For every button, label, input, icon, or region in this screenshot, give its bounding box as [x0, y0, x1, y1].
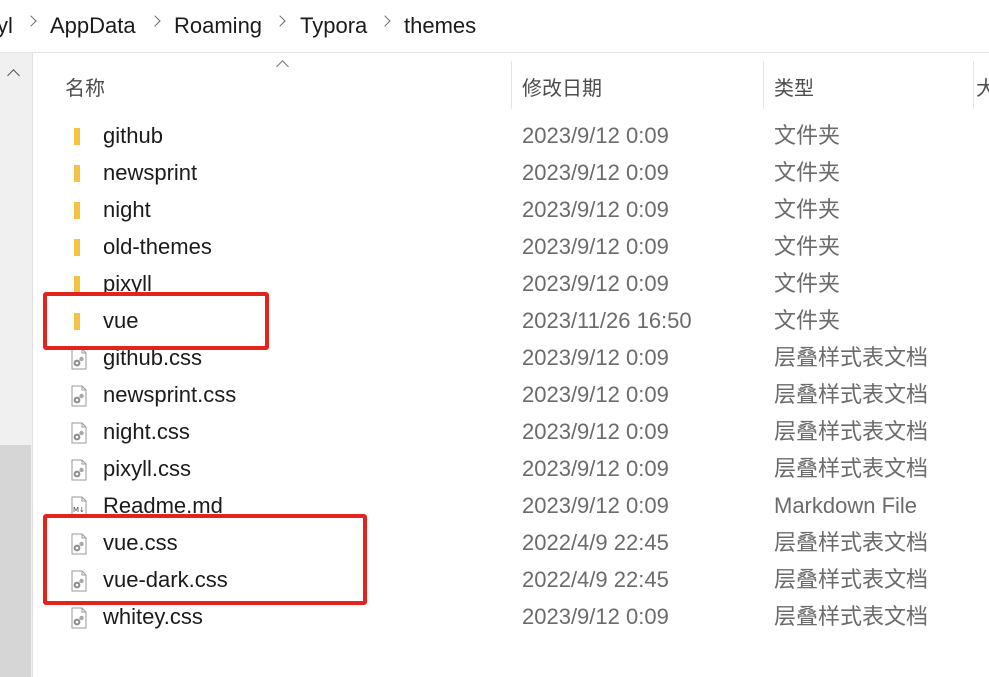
file-modified-date: 2023/9/12 0:09: [522, 604, 669, 629]
file-type: Markdown File: [774, 493, 918, 518]
folder-icon: [69, 200, 89, 222]
file-name[interactable]: github: [103, 123, 163, 149]
file-modified-date: 2023/9/12 0:09: [522, 345, 669, 370]
scrollbar-thumb[interactable]: [0, 445, 31, 677]
file-row[interactable]: night 2023/9/12 0:09 文件夹: [33, 192, 989, 229]
file-modified-date: 2023/9/12 0:09: [522, 197, 669, 222]
file-type: 层叠样式表文档: [774, 345, 929, 370]
file-type: 层叠样式表文档: [774, 456, 929, 481]
chevron-right-icon[interactable]: [25, 15, 37, 27]
column-type-header[interactable]: 类型: [774, 72, 814, 101]
file-modified-date: 2022/4/9 22:45: [522, 530, 669, 555]
file-name[interactable]: pixyll.css: [103, 456, 191, 482]
file-row[interactable]: old-themes 2023/9/12 0:09 文件夹: [33, 229, 989, 266]
file-row[interactable]: github 2023/9/12 0:09 文件夹: [33, 118, 989, 155]
file-type: 文件夹: [774, 160, 841, 185]
file-modified-date: 2023/9/12 0:09: [522, 123, 669, 148]
file-row[interactable]: newsprint 2023/9/12 0:09 文件夹: [33, 155, 989, 192]
file-modified-date: 2023/9/12 0:09: [522, 493, 669, 518]
file-type: 层叠样式表文档: [774, 567, 929, 592]
file-modified-date: 2023/9/12 0:09: [522, 271, 669, 296]
breadcrumb-item-roaming[interactable]: Roaming: [174, 13, 262, 39]
highlight-box: [43, 514, 367, 605]
file-modified-date: 2022/4/9 22:45: [522, 567, 669, 592]
file-name[interactable]: night.css: [103, 419, 190, 445]
file-name[interactable]: newsprint: [103, 160, 197, 186]
svg-text:M↓: M↓: [73, 506, 85, 514]
file-row[interactable]: pixyll.css 2023/9/12 0:09 层叠样式表文档: [33, 451, 989, 488]
chevron-right-icon[interactable]: [274, 15, 286, 27]
breadcrumb-item-typora[interactable]: Typora: [300, 13, 367, 39]
file-row[interactable]: night.css 2023/9/12 0:09 层叠样式表文档: [33, 414, 989, 451]
column-header: 名称 修改日期 类型 大: [33, 53, 989, 113]
chevron-right-icon[interactable]: [379, 15, 391, 27]
column-size-header[interactable]: 大: [976, 72, 989, 101]
file-modified-date: 2023/9/12 0:09: [522, 234, 669, 259]
file-modified-date: 2023/11/26 16:50: [522, 308, 692, 333]
css-file-icon: [69, 459, 89, 481]
breadcrumb-item-appdata[interactable]: AppData: [50, 13, 136, 39]
file-name[interactable]: night: [103, 197, 151, 223]
file-type: 文件夹: [774, 308, 841, 333]
sort-ascending-icon: [276, 60, 289, 73]
file-modified-date: 2023/9/12 0:09: [522, 160, 669, 185]
highlight-box: [43, 292, 269, 350]
file-type: 文件夹: [774, 197, 841, 222]
chevron-right-icon[interactable]: [149, 15, 161, 27]
column-name-header[interactable]: 名称: [65, 72, 105, 101]
column-divider[interactable]: [763, 61, 764, 109]
file-type: 层叠样式表文档: [774, 382, 929, 407]
css-file-icon: [69, 422, 89, 444]
file-type: 文件夹: [774, 123, 841, 148]
file-modified-date: 2023/9/12 0:09: [522, 382, 669, 407]
address-bar[interactable]: yl AppData Roaming Typora themes: [0, 0, 989, 53]
scroll-up-icon[interactable]: [7, 69, 20, 82]
css-file-icon: [69, 348, 89, 370]
file-type: 层叠样式表文档: [774, 530, 929, 555]
file-type: 层叠样式表文档: [774, 604, 929, 629]
file-type: 文件夹: [774, 234, 841, 259]
column-divider[interactable]: [511, 61, 512, 109]
column-divider[interactable]: [973, 61, 974, 109]
breadcrumb-item-user[interactable]: yl: [0, 13, 13, 39]
file-type: 文件夹: [774, 271, 841, 296]
css-file-icon: [69, 385, 89, 407]
file-row[interactable]: newsprint.css 2023/9/12 0:09 层叠样式表文档: [33, 377, 989, 414]
breadcrumb-item-themes[interactable]: themes: [404, 13, 476, 39]
file-name[interactable]: whitey.css: [103, 604, 203, 630]
file-modified-date: 2023/9/12 0:09: [522, 456, 669, 481]
folder-icon: [69, 126, 89, 148]
css-file-icon: [69, 607, 89, 629]
folder-icon: [69, 163, 89, 185]
file-name[interactable]: newsprint.css: [103, 382, 236, 408]
column-modified-header[interactable]: 修改日期: [522, 72, 602, 101]
file-modified-date: 2023/9/12 0:09: [522, 419, 669, 444]
navigation-pane-scrollbar[interactable]: [0, 53, 33, 677]
file-name[interactable]: old-themes: [103, 234, 212, 260]
file-type: 层叠样式表文档: [774, 419, 929, 444]
folder-icon: [69, 237, 89, 259]
